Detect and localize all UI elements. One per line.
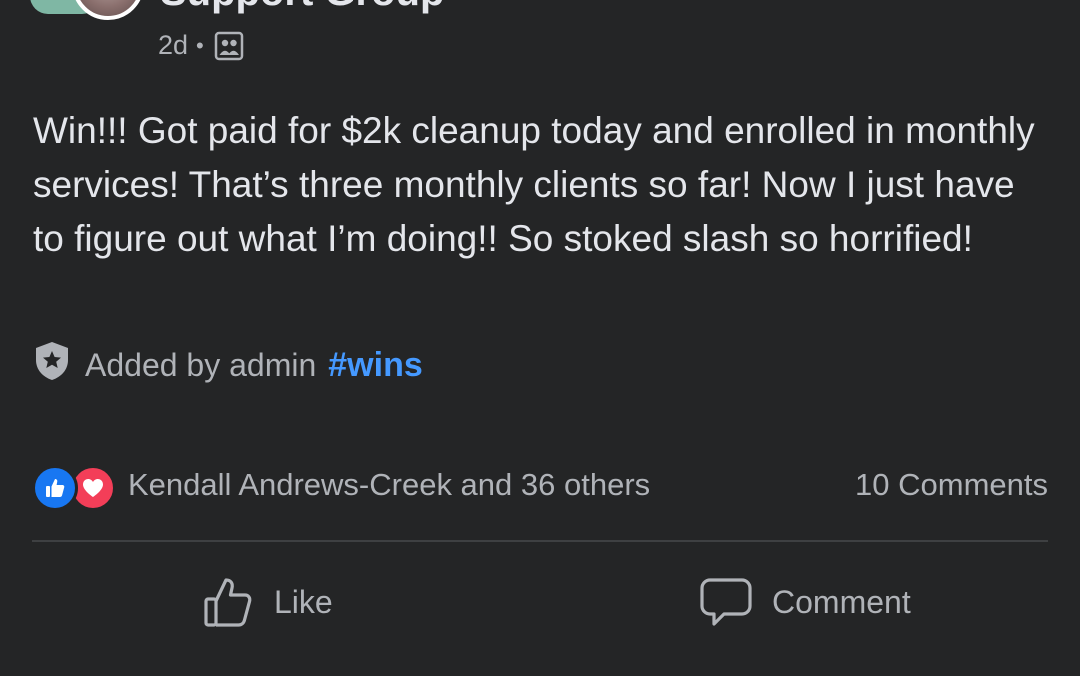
added-by-row: Added by admin #wins — [33, 340, 423, 390]
like-button[interactable]: Like — [202, 566, 333, 638]
comments-count-link[interactable]: 10 Comments — [855, 467, 1048, 503]
thumbs-up-icon — [202, 575, 274, 629]
admin-shield-icon — [33, 340, 71, 390]
like-button-label: Like — [274, 583, 333, 620]
group-name[interactable]: Support Group — [160, 0, 444, 15]
actions-divider — [32, 540, 1048, 542]
reaction-summary-text: Kendall Andrews-Creek and 36 others — [128, 467, 651, 502]
added-by-label: Added by admin — [85, 346, 317, 383]
group-members-icon — [214, 31, 244, 61]
like-reaction-icon — [32, 465, 78, 511]
reaction-summary[interactable]: Kendall Andrews-Creek and 36 others — [32, 463, 651, 511]
reaction-icons — [32, 463, 118, 511]
comment-button[interactable]: Comment — [700, 566, 911, 638]
post-header-avatars[interactable] — [30, 0, 150, 24]
post-body: Win!!! Got paid for $2k cleanup today an… — [33, 110, 1035, 259]
post-meta: 2d • — [158, 30, 244, 61]
post-card: Support Group 2d • Win!!! Got paid for $… — [0, 0, 1080, 676]
post-actions-bar: Like Comment — [0, 566, 1080, 638]
hashtag-link[interactable]: #wins — [328, 346, 422, 385]
reactions-row: Kendall Andrews-Creek and 36 others 10 C… — [32, 460, 1048, 511]
comment-button-label: Comment — [772, 583, 911, 620]
meta-separator: • — [196, 32, 204, 58]
author-avatar[interactable] — [72, 0, 144, 20]
comment-bubble-icon — [700, 576, 772, 628]
post-timestamp[interactable]: 2d — [158, 30, 188, 61]
